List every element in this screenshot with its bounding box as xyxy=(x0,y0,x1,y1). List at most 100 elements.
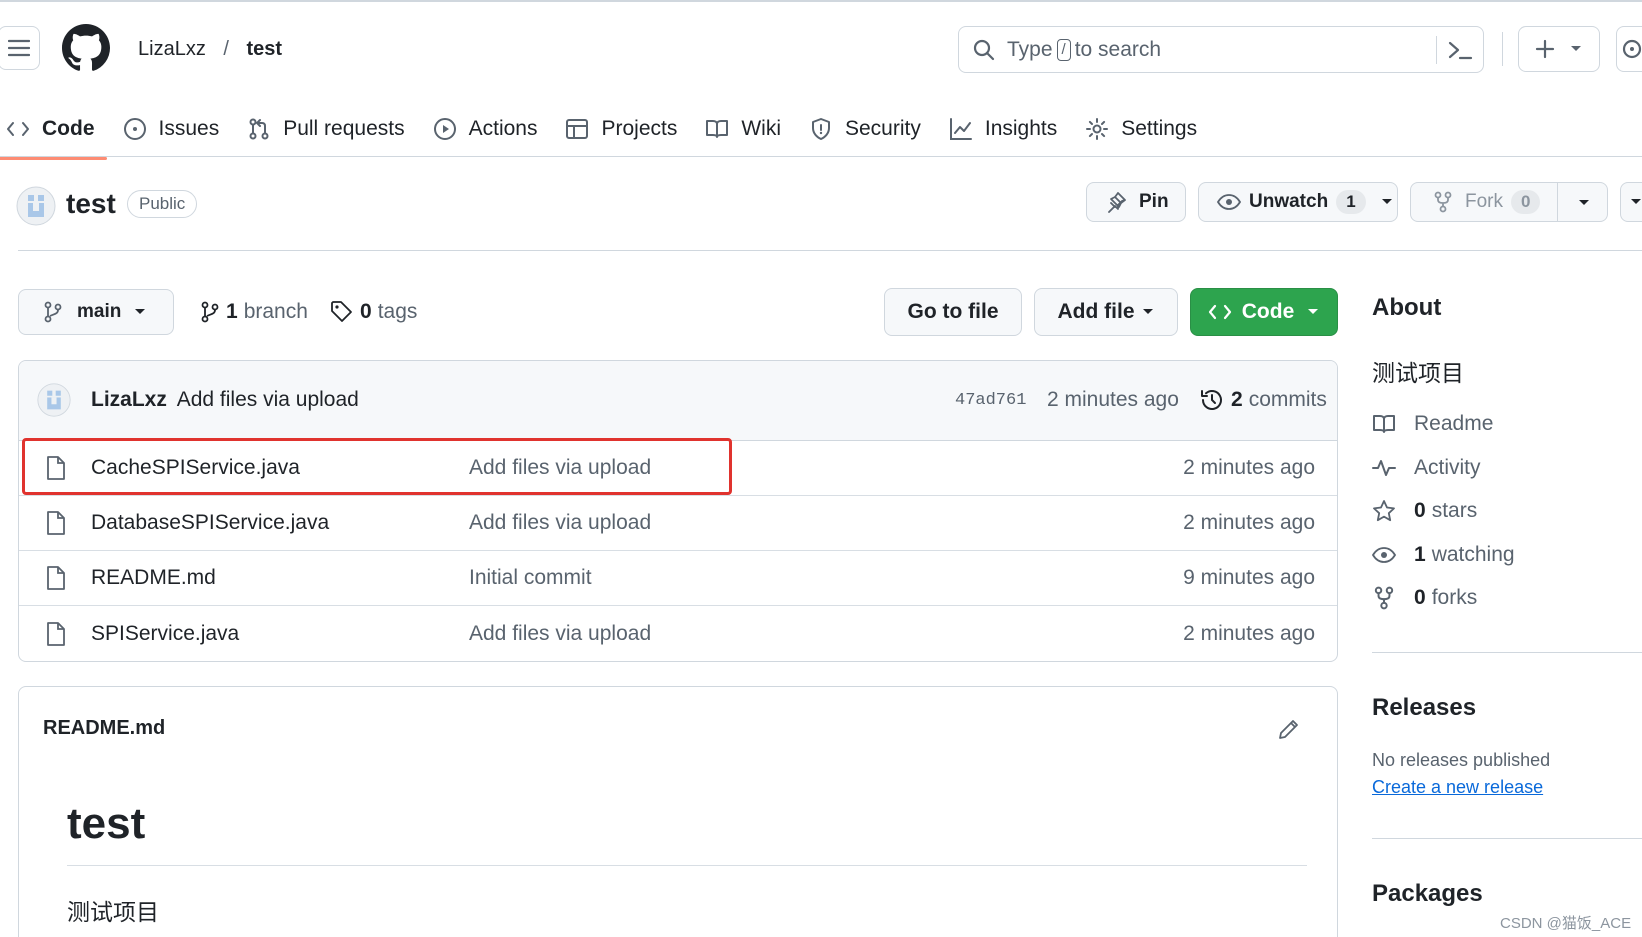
tab-issues[interactable]: Issues xyxy=(123,100,220,158)
file-row[interactable]: DatabaseSPIService.java Add files via up… xyxy=(19,496,1337,551)
breadcrumb-owner[interactable]: LizaLxz xyxy=(138,38,206,60)
search-icon xyxy=(973,39,995,60)
caret-down-icon xyxy=(1308,309,1319,314)
tab-actions[interactable]: Actions xyxy=(433,100,537,158)
forks-link[interactable]: 0 forks xyxy=(1372,586,1477,610)
caret-down-icon xyxy=(1571,46,1581,51)
commits-link[interactable]: 2 commits xyxy=(1199,387,1327,413)
command-palette-button[interactable] xyxy=(1447,39,1473,61)
eye-icon xyxy=(1372,547,1396,563)
menu-button[interactable] xyxy=(0,26,40,70)
releases-title[interactable]: Releases xyxy=(1372,694,1476,722)
branches-link[interactable]: 1 branch xyxy=(200,300,308,324)
tags-link[interactable]: 0 tags xyxy=(330,300,417,324)
file-icon xyxy=(47,511,65,535)
commit-sha[interactable]: 47ad761 xyxy=(955,391,1026,410)
file-commit-message[interactable]: Add files via upload xyxy=(469,622,651,646)
tab-code[interactable]: Code xyxy=(0,100,106,160)
file-name[interactable]: README.md xyxy=(91,566,216,590)
table-icon xyxy=(566,119,589,139)
code-dropdown-button[interactable]: Code xyxy=(1190,288,1338,336)
tab-settings[interactable]: Settings xyxy=(1085,100,1197,158)
fork-count: 0 xyxy=(1511,190,1541,214)
code-button-label: Code xyxy=(1241,300,1295,323)
commit-label: commits xyxy=(1248,388,1327,411)
tab-insights-label: Insights xyxy=(984,117,1058,140)
readme-filename[interactable]: README.md xyxy=(43,717,165,740)
branch-icon xyxy=(201,301,219,323)
fork-label: Fork xyxy=(1465,191,1503,212)
branch-name: main xyxy=(77,301,122,322)
tab-issues-label: Issues xyxy=(158,117,220,140)
commit-message[interactable]: Add files via upload xyxy=(177,388,359,411)
repo-name[interactable]: test xyxy=(66,188,116,220)
branch-select-button[interactable]: main xyxy=(18,289,174,335)
watching-link[interactable]: 1 watching xyxy=(1372,543,1515,567)
readme-link[interactable]: Readme xyxy=(1372,412,1493,436)
go-to-file-button[interactable]: Go to file xyxy=(884,288,1022,336)
add-file-label: Add file xyxy=(1057,300,1135,323)
header-divider xyxy=(1502,32,1503,66)
file-row[interactable]: SPIService.java Add files via upload 2 m… xyxy=(19,606,1337,661)
tag-count: 0 xyxy=(360,300,372,323)
file-name[interactable]: SPIService.java xyxy=(91,622,239,646)
file-icon xyxy=(47,621,65,646)
caret-down-icon xyxy=(135,309,146,314)
search-suffix: to search xyxy=(1074,37,1162,61)
sidebar-divider xyxy=(1372,652,1642,653)
forks-count: 0 xyxy=(1414,586,1426,609)
releases-empty: No releases published xyxy=(1372,750,1551,770)
packages-title[interactable]: Packages xyxy=(1372,880,1483,908)
readme-heading-rule xyxy=(67,865,1307,866)
breadcrumb-repo[interactable]: test xyxy=(247,38,283,60)
search-input[interactable]: Type / to search xyxy=(958,26,1484,73)
edit-readme-button[interactable] xyxy=(1277,717,1301,741)
file-commit-message[interactable]: Initial commit xyxy=(469,566,592,590)
branch-icon xyxy=(44,301,62,323)
github-logo[interactable] xyxy=(62,24,110,72)
fork-button[interactable]: Fork 0 xyxy=(1410,182,1608,222)
tab-projects[interactable]: Projects xyxy=(565,100,677,158)
pulse-icon xyxy=(1372,460,1396,476)
watch-count: 1 xyxy=(1336,190,1366,214)
issue-icon xyxy=(123,118,146,140)
file-commit-time: 2 minutes ago xyxy=(1183,456,1315,479)
pin-icon xyxy=(1108,192,1126,213)
add-file-button[interactable]: Add file xyxy=(1034,288,1178,336)
code-icon xyxy=(7,122,29,136)
file-row[interactable]: README.md Initial commit 9 minutes ago xyxy=(19,551,1337,606)
tab-pull-requests[interactable]: Pull requests xyxy=(247,100,405,158)
unwatch-button[interactable]: Unwatch 1 xyxy=(1198,182,1398,222)
book-icon xyxy=(706,120,729,138)
file-name[interactable]: DatabaseSPIService.java xyxy=(91,511,329,535)
pin-button[interactable]: Pin xyxy=(1086,182,1186,222)
tab-security[interactable]: Security xyxy=(809,100,921,158)
identicon-icon xyxy=(37,383,71,417)
tab-wiki[interactable]: Wiki xyxy=(705,100,781,158)
play-icon xyxy=(433,118,456,140)
commit-avatar[interactable] xyxy=(37,383,71,417)
tab-code-label: Code xyxy=(42,117,95,140)
tab-projects-label: Projects xyxy=(601,117,678,140)
readme-panel: README.md test 测试项目 xyxy=(18,686,1338,937)
tab-settings-label: Settings xyxy=(1121,117,1198,140)
file-commit-message[interactable]: Add files via upload xyxy=(469,511,651,535)
search-prefix: Type xyxy=(1007,37,1053,61)
caret-down-icon xyxy=(1631,199,1641,204)
pull-request-icon xyxy=(249,118,269,140)
star-menu-button[interactable] xyxy=(1620,182,1642,222)
stars-link[interactable]: 0 stars xyxy=(1372,499,1477,523)
fork-icon xyxy=(1434,191,1452,213)
create-release-link[interactable]: Create a new release xyxy=(1372,777,1543,798)
top-border xyxy=(0,0,1642,2)
create-new-button[interactable] xyxy=(1518,26,1600,72)
visibility-badge: Public xyxy=(127,190,198,218)
tab-insights[interactable]: Insights xyxy=(949,100,1057,158)
sidebar-divider xyxy=(1372,838,1642,839)
activity-link[interactable]: Activity xyxy=(1372,456,1481,480)
pencil-icon xyxy=(1279,720,1298,739)
forks-label: forks xyxy=(1431,586,1478,609)
fork-divider xyxy=(1557,183,1558,221)
issues-shortcut-button[interactable] xyxy=(1616,26,1642,72)
commit-author[interactable]: LizaLxz xyxy=(91,388,167,411)
